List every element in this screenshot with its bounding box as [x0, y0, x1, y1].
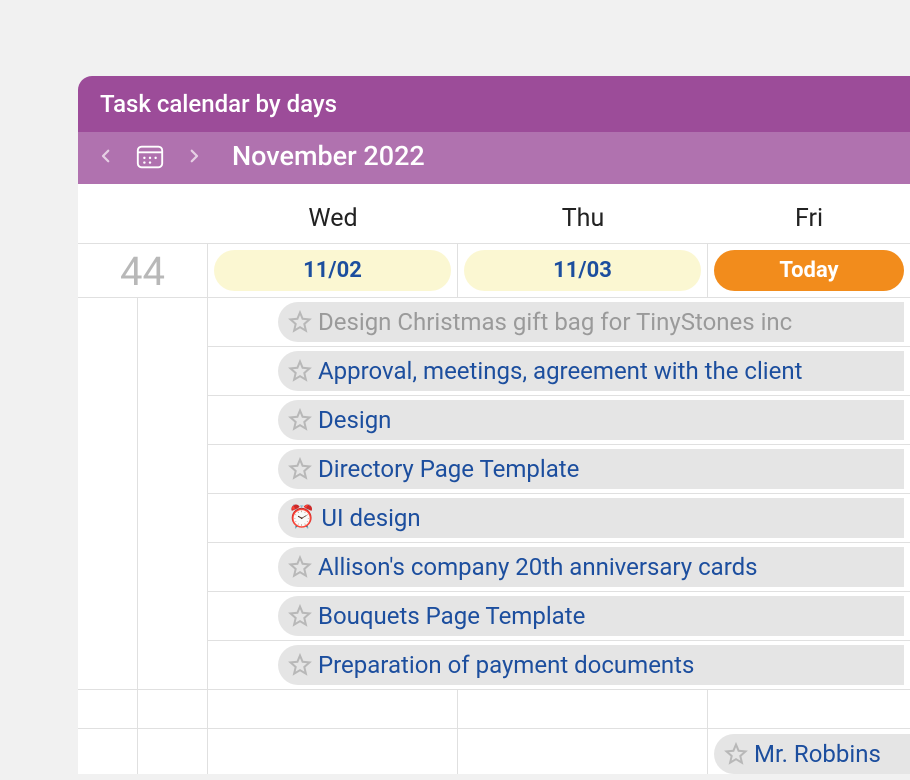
star-icon[interactable]: [288, 359, 312, 383]
day-of-week-row: Wed Thu Fri: [78, 184, 910, 244]
task-mr-robbins[interactable]: Mr. Robbins: [714, 734, 910, 774]
month-label[interactable]: November 2022: [232, 140, 425, 172]
task-label: Design: [318, 406, 391, 434]
task-label: Design Christmas gift bag for TinyStones…: [318, 308, 792, 336]
section-divider: [78, 689, 910, 729]
task-row: Design: [208, 396, 910, 445]
task-bar[interactable]: Directory Page Template: [278, 449, 904, 489]
task-label: Bouquets Page Template: [318, 602, 585, 630]
task-label: Mr. Robbins: [754, 740, 881, 768]
star-icon[interactable]: [288, 310, 312, 334]
calendar-card: Task calendar by days November 20: [78, 76, 910, 774]
task-bar[interactable]: ⏰ UI design: [278, 498, 904, 538]
task-row: Allison's company 20th anniversary cards: [208, 543, 910, 592]
dow-thu: Thu: [458, 184, 708, 243]
next-row: Mr. Robbins: [78, 729, 910, 774]
task-bar[interactable]: Design: [278, 400, 904, 440]
date-thu[interactable]: 11/03: [464, 250, 701, 291]
task-row: Directory Page Template: [208, 445, 910, 494]
task-row: Design Christmas gift bag for TinyStones…: [208, 298, 910, 347]
alarm-clock-icon: ⏰: [288, 507, 315, 529]
task-bar[interactable]: Approval, meetings, agreement with the c…: [278, 351, 904, 391]
calendar-body: Wed Thu Fri 44 11/02 11/03 Today: [78, 184, 910, 774]
task-bar[interactable]: Design Christmas gift bag for TinyStones…: [278, 302, 904, 342]
dow-fri: Fri: [708, 184, 910, 243]
task-bar[interactable]: Bouquets Page Template: [278, 596, 904, 636]
task-bar[interactable]: Allison's company 20th anniversary cards: [278, 547, 904, 587]
star-icon[interactable]: [288, 653, 312, 677]
task-area: Design Christmas gift bag for TinyStones…: [78, 298, 910, 689]
header-title: Task calendar by days: [78, 76, 910, 132]
date-today[interactable]: Today: [714, 250, 904, 291]
calendar-icon[interactable]: [134, 140, 166, 172]
star-icon[interactable]: [288, 604, 312, 628]
task-row: Preparation of payment documents: [208, 641, 910, 689]
star-icon[interactable]: [288, 555, 312, 579]
date-row: 44 11/02 11/03 Today: [78, 244, 910, 298]
star-icon[interactable]: [288, 457, 312, 481]
month-navigator: November 2022: [78, 132, 910, 184]
task-row: ⏰ UI design: [208, 494, 910, 543]
week-number: 44: [78, 244, 208, 297]
week-gutter: [78, 298, 208, 689]
task-label: Preparation of payment documents: [318, 651, 694, 679]
star-icon[interactable]: [288, 408, 312, 432]
task-label: Approval, meetings, agreement with the c…: [318, 357, 802, 385]
star-icon[interactable]: [724, 742, 748, 766]
task-list: Design Christmas gift bag for TinyStones…: [208, 298, 910, 689]
dow-wed: Wed: [208, 184, 458, 243]
next-month-button[interactable]: [180, 142, 208, 170]
date-wed[interactable]: 11/02: [214, 250, 451, 291]
task-label: Directory Page Template: [318, 455, 579, 483]
task-label: Allison's company 20th anniversary cards: [318, 553, 758, 581]
prev-month-button[interactable]: [92, 142, 120, 170]
task-row: Approval, meetings, agreement with the c…: [208, 347, 910, 396]
task-row: Bouquets Page Template: [208, 592, 910, 641]
task-label: UI design: [321, 504, 420, 532]
task-bar[interactable]: Preparation of payment documents: [278, 645, 904, 685]
